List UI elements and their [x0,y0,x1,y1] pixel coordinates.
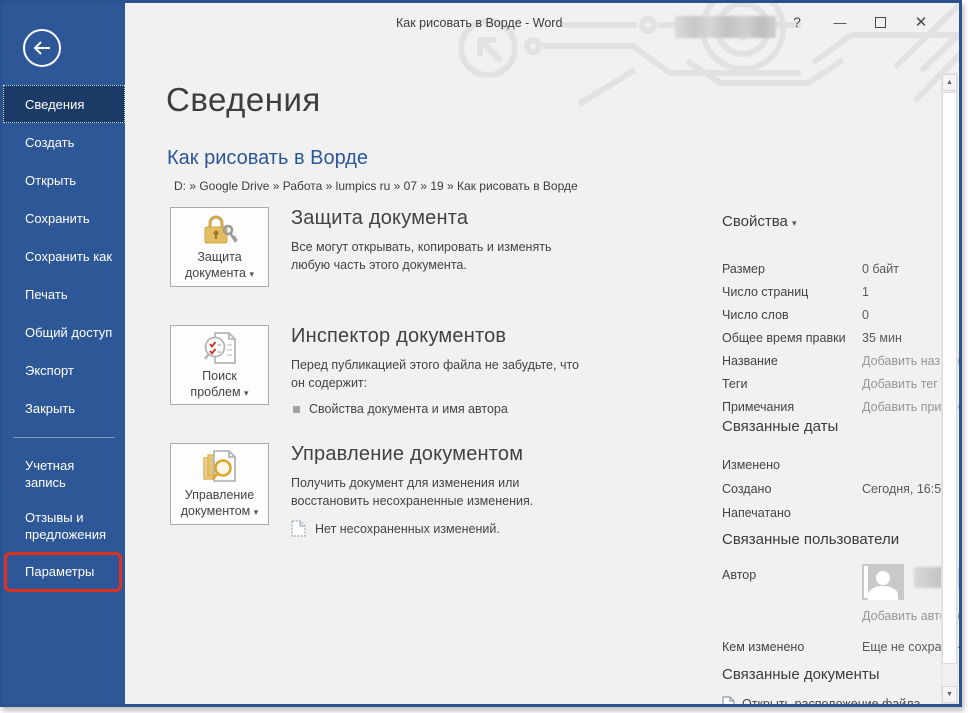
button-label: Управление документом ▾ [181,487,259,520]
section-heading: Защита документа [291,207,591,230]
minimize-icon[interactable]: — [832,15,848,30]
related-documents-heading: Связанные документы [722,666,962,683]
maximize-icon[interactable] [875,17,886,28]
modified-by-row: Кем изменено Еще не сохранен [722,635,962,658]
back-arrow-icon [32,40,52,56]
sidebar-item-options[interactable]: Параметры [3,552,125,590]
button-label: Поиск проблем ▾ [190,368,248,401]
related-dates-heading: Связанные даты [722,418,962,435]
property-row: Размер 0 байт [722,257,962,280]
button-label: Защита документа ▾ [185,249,254,282]
sidebar-item-print[interactable]: Печать [3,275,125,313]
page-title: Сведения [166,81,321,119]
window-title: Как рисовать в Ворде - Word [396,16,562,30]
sidebar-nav: Сведения Создать Открыть Сохранить Сохра… [3,85,125,590]
backstage-sidebar: Сведения Создать Открыть Сохранить Сохра… [3,3,125,704]
breadcrumb: D: » Google Drive » Работа » lumpics ru … [174,179,578,193]
scrollbar-thumb[interactable] [942,92,957,664]
protect-document-button[interactable]: Защита документа ▾ [170,207,269,287]
section-heading: Инспектор документов [291,325,591,348]
sidebar-item-share[interactable]: Общий доступ [3,313,125,351]
word-backstage-window: Как рисовать в Ворде - Word ? — ✕ Сведен… [0,0,962,707]
scroll-down-icon[interactable]: ▼ [942,686,957,703]
draft-document-icon [291,520,306,537]
date-row: Напечатано [722,501,962,525]
sidebar-item-export[interactable]: Экспорт [3,351,125,389]
blurred-account-name [675,16,776,38]
sidebar-item-info[interactable]: Сведения [3,85,125,123]
section-description: Получить документ для изменения или восс… [291,474,591,510]
date-row: Изменено [722,453,962,477]
property-row: Число слов 0 [722,303,962,326]
manage-document-button[interactable]: Управление документом ▾ [170,443,269,525]
property-row: Число страниц 1 [722,280,962,303]
check-for-issues-button[interactable]: Поиск проблем ▾ [170,325,269,405]
help-icon[interactable]: ? [789,14,805,30]
info-page: Сведения Как рисовать в Ворде D: » Googl… [125,3,935,704]
sidebar-item-new[interactable]: Создать [3,123,125,161]
inspect-document-icon [202,330,238,366]
square-bullet-icon [293,406,300,413]
property-row: Название Добавить название [722,349,962,372]
property-row: Общее время правки 35 мин [722,326,962,349]
sidebar-item-account[interactable]: Учетная запись [3,448,125,500]
section-heading: Управление документом [291,443,591,466]
section-description: Все могут открывать, копировать и изменя… [291,238,591,274]
sidebar-divider [13,437,115,438]
back-button[interactable] [23,29,61,67]
document-title: Как рисовать в Ворде [167,147,368,170]
related-dates-group: Связанные даты Изменено Создано Сегодня,… [722,418,962,525]
sidebar-item-open[interactable]: Открыть [3,161,125,199]
section-description: Перед публикацией этого файла не забудьт… [291,356,591,392]
chevron-down-icon: ▾ [792,218,797,228]
inspector-finding-item: Свойства документа и имя автора [291,402,591,416]
scroll-up-icon[interactable]: ▲ [942,74,957,91]
manage-versions-icon [201,449,239,485]
related-documents-group: Связанные документы Открыть расположение… [722,666,962,707]
related-people-group: Связанные пользователи Автор Добавить ав… [722,531,962,658]
sidebar-item-save-as[interactable]: Сохранить как [3,237,125,275]
properties-heading[interactable]: Свойства ▾ [722,213,962,230]
add-tag-field[interactable]: Добавить тег [862,377,938,391]
file-icon [722,696,735,707]
property-row: Примечания Добавить примечания [722,395,962,418]
chevron-down-icon: ▾ [254,507,259,517]
vertical-scrollbar[interactable]: ▲ ▼ [941,73,958,704]
window-controls: ? — ✕ [789,13,929,31]
open-file-location-link[interactable]: Открыть расположение файла [722,696,962,707]
lock-key-icon [201,213,239,247]
property-row: Теги Добавить тег [722,372,962,395]
author-label: Автор [722,564,862,600]
author-avatar [862,564,904,600]
no-unsaved-changes-item: Нет несохраненных изменений. [291,520,591,537]
properties-group: Свойства ▾ Размер 0 байт Число страниц 1… [722,213,962,418]
related-people-heading: Связанные пользователи [722,531,962,548]
chevron-down-icon: ▾ [244,388,249,398]
sidebar-item-close[interactable]: Закрыть [3,389,125,427]
close-icon[interactable]: ✕ [913,13,929,31]
sidebar-item-feedback[interactable]: Отзывы и предложения [3,500,125,552]
chevron-down-icon: ▾ [249,269,254,279]
sidebar-item-save[interactable]: Сохранить [3,199,125,237]
date-row: Создано Сегодня, 16:53 [722,477,962,501]
